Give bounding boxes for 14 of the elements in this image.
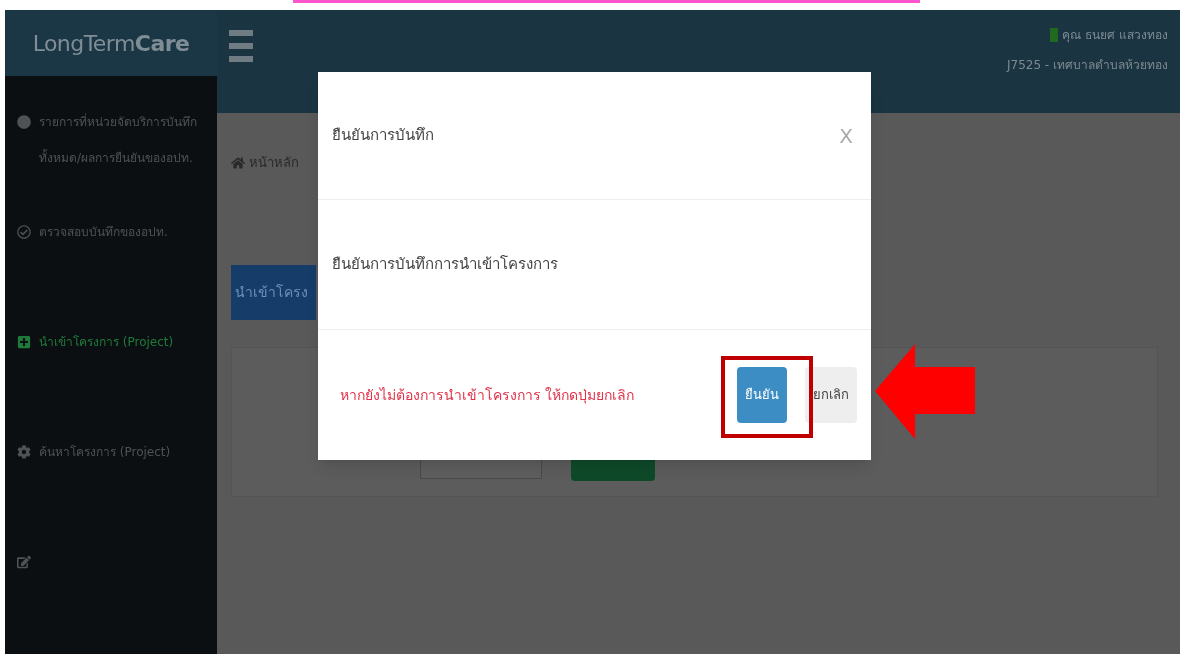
sidebar-item[interactable]: รายการที่หน่วยจัดบริการบันทึกทั้งหมด/ผลการยืนยันของอปท. — [17, 104, 205, 214]
dialog-message: ยืนยันการบันทึกการนำเข้าโครงการ — [332, 254, 558, 276]
sidebar-item[interactable]: นำเข้าโครงการ (Project) — [17, 324, 205, 434]
confirm-button[interactable]: ยืนยัน — [737, 367, 787, 423]
user-name[interactable]: คุณ ธนยศ แสวงทอง — [1062, 26, 1168, 44]
close-button[interactable]: X — [839, 120, 853, 151]
user-organization: J7525 - เทศบาลตำบลห้วยทอง — [1006, 57, 1168, 74]
warning-text: หากยังไม่ต้องการนำเข้าโครงการ ให้กดปุ่มยกเลิก — [340, 385, 635, 406]
sidebar-item[interactable]: ค้นหาโครงการ (Project) — [17, 434, 205, 544]
cancel-button[interactable]: ยกเลิก — [805, 367, 857, 423]
page-title: นำเข้าโครง — [231, 264, 316, 320]
logo[interactable]: LongTermCare — [32, 26, 190, 60]
sidebar-item[interactable]: ตรวจสอบบันทึกของอปท. — [17, 214, 205, 324]
dialog-title: ยืนยันการบันทึก — [332, 125, 434, 147]
